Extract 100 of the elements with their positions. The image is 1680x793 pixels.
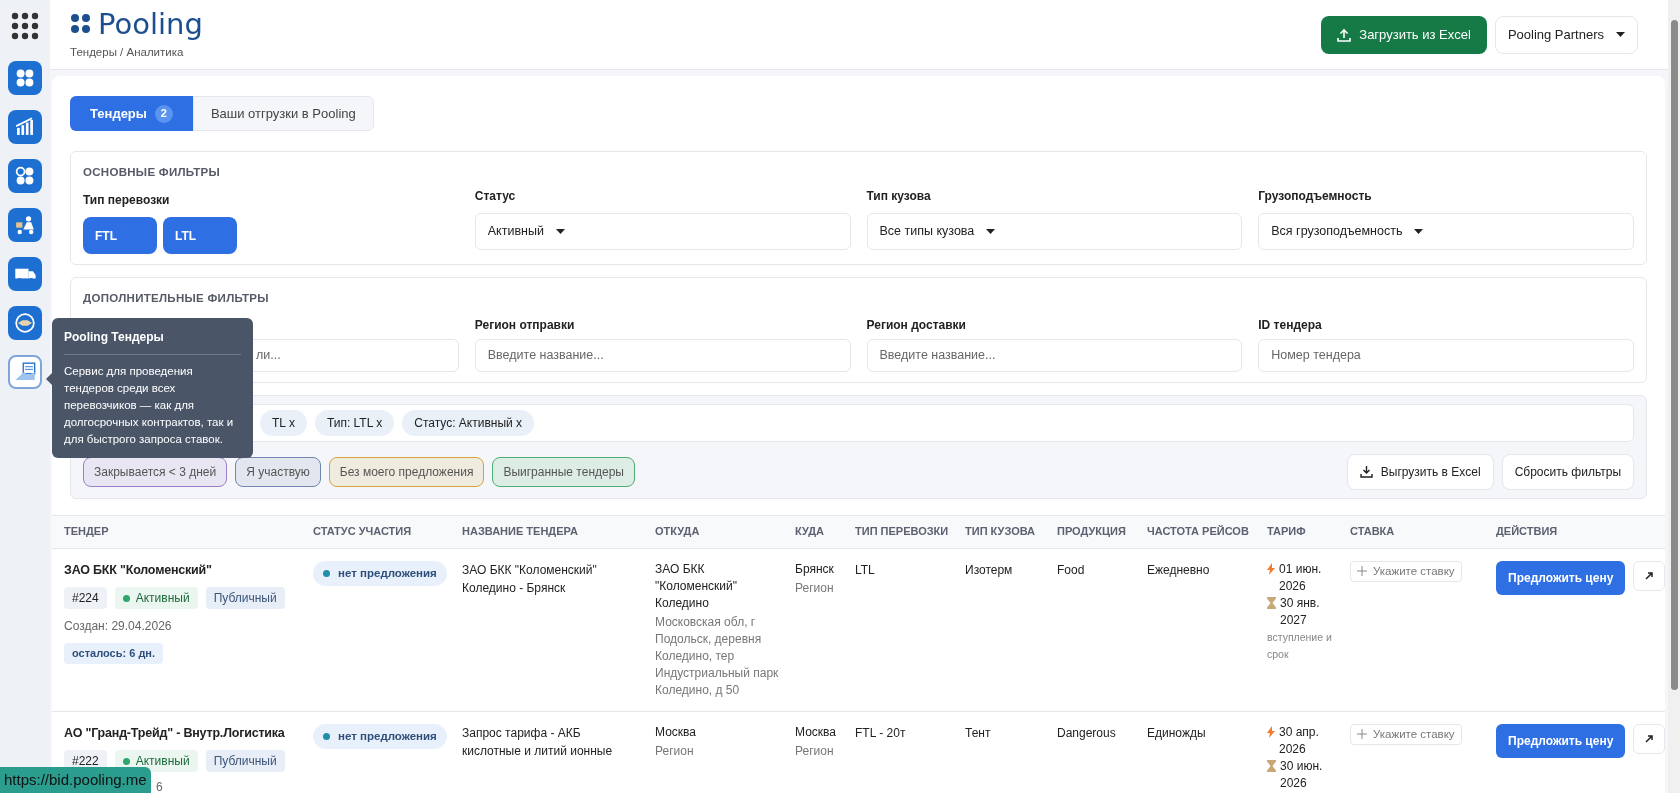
trip-frequency: Ежедневно — [1147, 562, 1210, 577]
destination-name: Брянск — [795, 560, 835, 578]
column-header: НАЗВАНИЕ ТЕНДЕРА — [461, 524, 579, 540]
participation-status: нет предложения — [313, 723, 447, 749]
upload-icon — [1337, 27, 1352, 42]
download-icon — [1359, 465, 1373, 478]
reset-filters-button[interactable]: Сбросить фильтры — [1501, 453, 1634, 490]
caret-icon — [986, 229, 996, 235]
tender-name: ЗАО БКК "Коломенский" Коледино - Брянск — [462, 561, 598, 597]
tender-company: АО "Гранд-Трейд" - Внутр.Логистика — [64, 724, 286, 742]
origin-name: ЗАО БКК "Коломенский" Коледино — [655, 560, 738, 612]
circles-icon[interactable] — [8, 159, 42, 193]
filter-label: Статус — [474, 188, 517, 206]
logo-text: Pooling — [98, 7, 203, 40]
panel-title: ОСНОВНЫЕ ФИЛЬТРЫ — [83, 165, 222, 180]
tooltip-title: Pooling Тендеры — [64, 328, 241, 355]
open-icon[interactable] — [1633, 560, 1665, 591]
visibility-tag: Публичный — [205, 587, 285, 610]
tab-count: 2 — [154, 104, 173, 123]
tender-name: Запрос тарифа - АКБ кислотные и литий ионные — [462, 724, 614, 760]
export-excel-button[interactable]: Выгрузить в Excel — [1346, 453, 1494, 490]
caret-icon — [1616, 32, 1625, 37]
active-filter-chip[interactable]: Статус: Активный x — [402, 409, 535, 436]
body-type: Тент — [965, 725, 991, 740]
column-header: СТАТУС УЧАСТИЯ — [312, 524, 413, 540]
tender-number-tag: #224 — [64, 587, 107, 610]
column-header: ПРОДУКЦИЯ — [1056, 524, 1127, 540]
participation-status: нет предложения — [313, 560, 447, 586]
created-date: Создан: 29.04.2026 — [64, 618, 173, 636]
tariff-date: 30 апр. 2026 — [1279, 723, 1320, 758]
column-header: ЧАСТОТА РЕЙСОВ — [1146, 524, 1250, 540]
filter-select[interactable]: Активный — [474, 213, 851, 251]
transport-type-toggle[interactable]: FTL — [83, 217, 157, 255]
plus-icon — [1357, 566, 1367, 577]
chart-growth-icon[interactable] — [8, 110, 42, 144]
hourglass-icon — [1267, 596, 1276, 609]
tab[interactable]: Ваши отгрузки в Pooling — [192, 96, 374, 131]
bid-input[interactable]: Укажите ставку — [1350, 560, 1462, 582]
body-type: Изотерм — [965, 562, 1013, 577]
destination-region: Регион — [795, 579, 835, 597]
panel-title: ДОПОЛНИТЕЛЬНЫЕ ФИЛЬТРЫ — [83, 291, 270, 307]
column-header: ТИП КУЗОВА — [964, 524, 1037, 540]
caret-icon — [1414, 229, 1424, 235]
column-header: ТАРИФ — [1266, 524, 1307, 540]
breadcrumb: Тендеры / Аналитика — [70, 44, 185, 60]
product-type: Dangerous — [1057, 725, 1116, 740]
tariff-date: 30 янв. 2027 — [1280, 594, 1321, 629]
column-header: КУДА — [794, 524, 826, 540]
filter-label: Грузоподъемность — [1258, 188, 1373, 206]
quick-filter[interactable]: Без моего предложения — [328, 456, 485, 487]
trip-frequency: Единожды — [1147, 725, 1206, 740]
filter-label: ID тендера — [1258, 316, 1323, 331]
filter-label: Регион доставки — [866, 316, 967, 331]
tariff-date: 01 июн. 2026 — [1279, 560, 1323, 595]
company-dropdown[interactable]: Pooling Partners — [1494, 15, 1638, 54]
tariff-note: вступление и срок — [1267, 629, 1333, 662]
filter-select[interactable]: Все типы кузова — [866, 213, 1243, 251]
tab[interactable]: Тендеры 2 — [70, 96, 193, 131]
status-tag: Активный — [114, 587, 198, 610]
column-header: ТЕНДЕР — [63, 524, 110, 540]
origin-address: Регион — [655, 742, 695, 760]
destination-region: Регион — [795, 742, 835, 760]
open-icon[interactable] — [1633, 723, 1665, 754]
apps-grid-icon[interactable] — [11, 12, 39, 40]
column-header: ОТКУДА — [654, 524, 701, 540]
status-url: https://bid.pooling.me — [0, 766, 151, 793]
lightning-icon — [1267, 562, 1275, 575]
lightning-icon — [1267, 725, 1275, 738]
origin-name: Москва — [655, 723, 697, 741]
four-dots-icon[interactable] — [8, 61, 42, 95]
transport-type-toggle[interactable]: LTL — [163, 217, 237, 255]
filter-select[interactable]: Вся грузоподъемность — [1258, 213, 1634, 251]
offer-price-button[interactable]: Предложить цену — [1496, 560, 1626, 595]
quick-filter[interactable]: Я участвую — [235, 456, 321, 487]
filter-input[interactable]: Номер тендера — [1258, 338, 1634, 372]
filter-label: Тип перевозки — [83, 192, 171, 210]
logo-icon — [70, 12, 92, 35]
transport-type: FTL - 20т — [855, 725, 906, 740]
column-header: ДЕЙСТВИЯ — [1495, 524, 1559, 540]
bid-input[interactable]: Укажите ставку — [1350, 723, 1462, 745]
column-header: ТИП ПЕРЕВОЗКИ — [854, 524, 950, 540]
destination-name: Москва — [795, 723, 837, 741]
plus-icon — [1357, 729, 1367, 740]
tariff-date: 30 июн. 2026 — [1280, 757, 1324, 792]
quick-filter[interactable]: Выигранные тендеры — [492, 456, 635, 487]
filter-input[interactable]: Введите название... — [866, 338, 1243, 372]
product-type: Food — [1057, 562, 1085, 577]
active-filter-chip[interactable]: TL x — [260, 409, 307, 436]
offer-price-button[interactable]: Предложить цену — [1496, 723, 1626, 758]
upload-excel-button[interactable]: Загрузить из Excel — [1321, 15, 1487, 54]
visibility-tag: Публичный — [205, 750, 285, 773]
tender-company: ЗАО БКК "Коломенский" — [64, 561, 213, 579]
origin-address: Московская обл, г Подольск, деревня Коледино, тер Индустриальный парк Коледино, д 50 — [655, 613, 779, 699]
caret-icon — [555, 229, 565, 235]
filter-label: Регион отправки — [474, 316, 576, 331]
active-filter-chip[interactable]: Тип: LTL x — [314, 409, 395, 436]
filter-label: Тип кузова — [866, 188, 932, 206]
column-header: СТАВКА — [1349, 524, 1396, 540]
truck-icon[interactable] — [8, 257, 42, 291]
filter-input[interactable]: Введите название... — [474, 338, 851, 372]
